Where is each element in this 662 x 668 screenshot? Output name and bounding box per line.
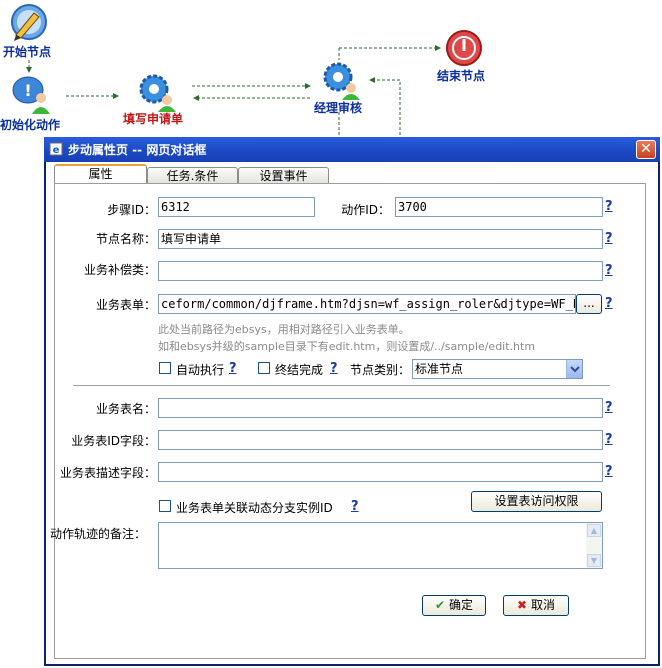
link-instance-checkbox[interactable] (159, 500, 171, 512)
properties-dialog: e 步动属性页 -- 网页对话框 ✕ 属性 任务.条件 设置事件 步骤ID： 6… (44, 137, 660, 666)
node-type-label: 节点类别： (350, 363, 411, 377)
action-id-input[interactable]: 3700 (395, 197, 603, 217)
end-complete-label: 终结完成 (275, 363, 324, 377)
biz-table-id-input[interactable] (158, 430, 603, 450)
svg-text:!: ! (24, 81, 31, 100)
help-biz-supplement[interactable]: ? (605, 263, 613, 278)
dialog-titlebar[interactable]: e 步动属性页 -- 网页对话框 ✕ (44, 137, 660, 162)
person-bubble-icon[interactable]: ! (11, 74, 53, 114)
dialog-client: 属性 任务.条件 设置事件 步骤ID： 6312 动作ID： 3700 ? 节点… (46, 162, 658, 664)
biz-table-name-input[interactable] (158, 398, 603, 418)
node-type-dropdown-button[interactable] (566, 360, 582, 378)
link-instance-label: 业务表单关联动态分支实例ID (176, 501, 333, 515)
help-biz-table-desc[interactable]: ? (605, 464, 613, 479)
section-divider (73, 385, 610, 387)
help-biz-form[interactable]: ? (605, 296, 613, 311)
step-id-label: 步骤ID： (107, 203, 156, 217)
tab-properties[interactable]: 属性 (54, 164, 147, 185)
node-label-end[interactable]: 结束节点 (437, 67, 485, 84)
node-label-manager-review[interactable]: 经理审核 (314, 99, 362, 116)
help-step-id[interactable]: ? (605, 199, 613, 214)
close-button[interactable]: ✕ (636, 140, 656, 159)
scroll-up-icon[interactable]: ▲ (587, 524, 601, 537)
biz-form-label: 业务表单： (95, 298, 156, 312)
chevron-down-icon (570, 366, 580, 373)
stop-icon[interactable] (445, 29, 483, 67)
biz-table-name-label: 业务表名： (95, 402, 156, 416)
help-biz-table-name[interactable]: ? (605, 400, 613, 415)
dialog-title: 步动属性页 -- 网页对话框 (68, 143, 207, 157)
browse-button[interactable]: ... (576, 294, 602, 314)
biz-form-input[interactable]: ceform/common/djframe.htm?djsn=wf_assign… (158, 294, 576, 314)
node-name-label: 节点名称： (95, 232, 156, 246)
remarks-textarea[interactable]: ▲ ▼ (158, 522, 603, 569)
step-id-input[interactable]: 6312 (158, 197, 315, 217)
remarks-label: 动作轨迹的备注： (50, 527, 147, 541)
biz-supplement-input[interactable] (158, 261, 603, 281)
table-access-button[interactable]: 设置表访问权限 (471, 491, 602, 512)
biz-form-hint-1: 此处当前路径为ebsys，用相对路径引入业务表单。 (158, 323, 410, 336)
help-node-name[interactable]: ? (605, 231, 613, 246)
x-icon: ✖ (517, 598, 528, 612)
ie-page-icon: e (49, 142, 63, 156)
close-icon: ✕ (640, 141, 652, 157)
ok-label: 确定 (448, 598, 473, 612)
pen-icon[interactable] (8, 3, 48, 41)
biz-table-id-label: 业务表ID字段： (71, 434, 156, 448)
auto-exec-label: 自动执行 (176, 363, 225, 377)
properties-panel (54, 183, 646, 659)
ok-button[interactable]: ✔ 确定 (422, 595, 486, 616)
action-id-label: 动作ID： (341, 203, 390, 217)
end-complete-checkbox[interactable] (258, 362, 270, 374)
node-name-input[interactable]: 填写申请单 (158, 229, 603, 249)
scroll-down-icon[interactable]: ▼ (587, 554, 601, 567)
node-label-init[interactable]: 初始化动作 (0, 116, 60, 133)
help-end-complete[interactable]: ? (330, 361, 338, 376)
auto-exec-checkbox[interactable] (159, 362, 171, 374)
cancel-button[interactable]: ✖ 取消 (503, 595, 569, 616)
node-label-start[interactable]: 开始节点 (3, 43, 51, 60)
gears-person-icon[interactable] (321, 60, 363, 100)
gears-icon[interactable] (137, 72, 177, 112)
help-biz-table-id[interactable]: ? (605, 432, 613, 447)
biz-table-desc-input[interactable] (158, 462, 603, 482)
remarks-scrollbar[interactable]: ▲ ▼ (586, 523, 602, 568)
node-label-fill-form[interactable]: 填写申请单 (123, 110, 183, 127)
check-icon: ✔ (435, 598, 446, 612)
biz-supplement-label: 业务补偿类： (83, 263, 156, 277)
svg-text:e: e (53, 145, 60, 156)
biz-table-desc-label: 业务表描述字段： (59, 466, 156, 480)
help-auto-exec[interactable]: ? (229, 361, 237, 376)
help-link-instance[interactable]: ? (351, 499, 359, 514)
tab-task-condition[interactable]: 任务.条件 (147, 167, 238, 184)
node-type-select[interactable]: 标准节点 (412, 359, 583, 379)
biz-form-hint-2: 如和ebsys并级的sample目录下有edit.htm，则设置成/../sam… (158, 340, 536, 353)
tab-set-events[interactable]: 设置事件 (238, 167, 329, 184)
cancel-label: 取消 (530, 598, 555, 612)
